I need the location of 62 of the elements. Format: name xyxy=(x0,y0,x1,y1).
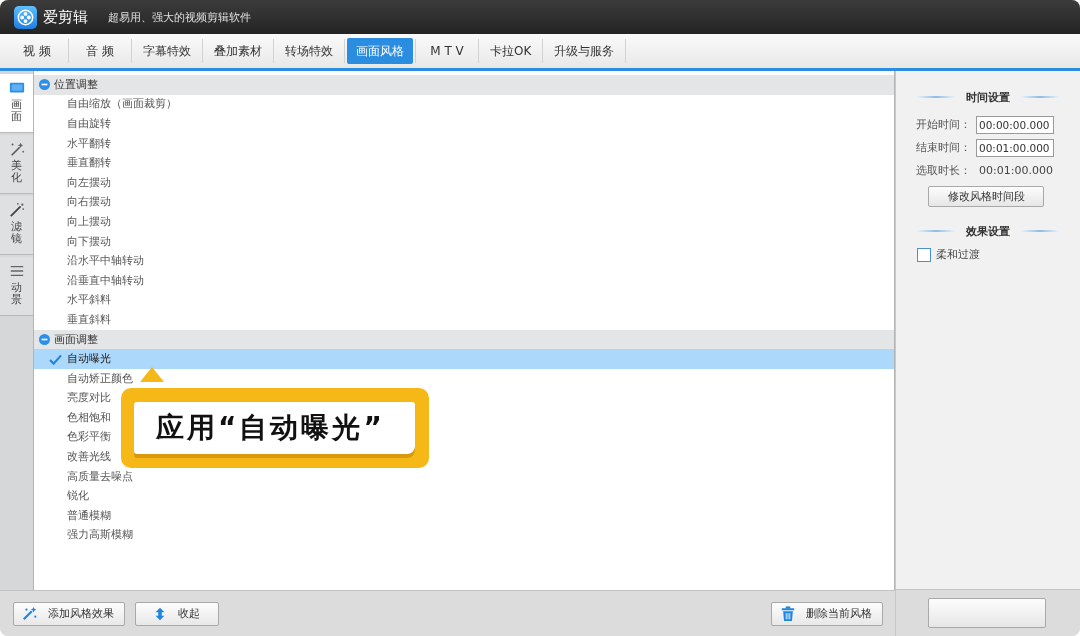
list-item[interactable]: 沿垂直中轴转动 xyxy=(67,273,144,288)
duration-value: 00:01:00.000 xyxy=(978,164,1053,177)
checkbox[interactable] xyxy=(917,247,931,262)
tab[interactable]: 音 频 xyxy=(71,38,129,64)
lines-icon xyxy=(8,263,25,279)
list-item[interactable]: 自由旋转 xyxy=(67,117,111,131)
list-item[interactable]: 向左摆动 xyxy=(67,175,111,190)
list-item[interactable]: 沿水平中轴转动 xyxy=(67,254,144,269)
tab[interactable]: 画面风格 xyxy=(347,38,413,64)
app-title: 爱剪辑 xyxy=(43,7,88,27)
section-title: 时间设置 xyxy=(966,89,1010,105)
tab[interactable]: 叠加素材 xyxy=(205,38,271,64)
checkbox-label: 柔和过渡 xyxy=(936,247,980,262)
field-label: 开始时间： xyxy=(916,117,972,132)
list-item[interactable]: 色相饱和 xyxy=(67,410,111,425)
list-item[interactable]: 强力高斯模糊 xyxy=(67,528,133,543)
time-input[interactable]: 00:01:00.000 xyxy=(976,138,1054,157)
logo-icon xyxy=(14,5,37,29)
field-label: 结束时间： xyxy=(916,140,972,155)
list-item[interactable]: 向右摆动 xyxy=(67,195,111,210)
callout-pointer-icon xyxy=(140,367,164,382)
list-item[interactable]: 垂直翻转 xyxy=(67,156,111,171)
edit-time-button[interactable]: 修改风格时间段 xyxy=(928,186,1044,207)
tab[interactable]: M T V xyxy=(418,38,476,64)
app-subtitle: 超易用、强大的视频剪辑软件 xyxy=(108,9,251,25)
list-item[interactable]: 水平斜料 xyxy=(67,293,111,308)
list-item[interactable]: 自动矫正颜色 xyxy=(67,371,133,386)
wand-icon xyxy=(8,202,25,218)
tab[interactable]: 视 频 xyxy=(8,38,66,64)
list-item[interactable]: 亮度对比 xyxy=(67,391,111,406)
tab[interactable]: 字幕特效 xyxy=(134,38,200,64)
list-item[interactable]: 锐化 xyxy=(67,489,89,504)
list-item[interactable]: 高质量去噪点 xyxy=(67,469,133,484)
side-tab[interactable]: 美化 xyxy=(0,135,33,194)
toolbar-button[interactable]: 删除当前风格 xyxy=(771,601,883,626)
side-tab[interactable]: 画面 xyxy=(0,74,33,133)
toolbar-button[interactable]: 添加风格效果 xyxy=(13,601,125,626)
group-header[interactable]: 画面调整 xyxy=(34,329,894,350)
list-item[interactable]: 垂直斜料 xyxy=(67,312,111,327)
side-tab[interactable]: 动景 xyxy=(0,257,33,316)
panel-button[interactable] xyxy=(928,598,1046,628)
tab[interactable]: 卡拉OK xyxy=(481,38,541,64)
list-item[interactable]: 色彩平衡 xyxy=(67,430,111,445)
list-item[interactable]: 向下摆动 xyxy=(67,234,111,249)
section-title: 效果设置 xyxy=(966,223,1010,239)
list-item[interactable]: 水平翻转 xyxy=(67,136,111,151)
field-label: 选取时长： xyxy=(916,163,972,178)
side-tab[interactable]: 滤镜 xyxy=(0,196,33,255)
list-item[interactable]: 普通模糊 xyxy=(67,508,111,523)
list-item[interactable]: 向上摆动 xyxy=(67,214,111,229)
tab[interactable]: 升级与服务 xyxy=(545,38,624,64)
list-item[interactable]: 自由缩放（画面裁剪） xyxy=(67,97,177,112)
list-item[interactable]: 自动曝光 xyxy=(67,352,111,367)
check-icon xyxy=(49,353,62,365)
toolbar-button[interactable]: 收起 xyxy=(135,601,219,626)
time-input[interactable]: 00:00:00.000 xyxy=(976,115,1054,134)
group-header[interactable]: 位置调整 xyxy=(34,75,894,95)
magic-wand-icon xyxy=(22,605,38,622)
magic-wand-icon xyxy=(8,141,25,157)
tab[interactable]: 转场特效 xyxy=(276,38,342,64)
trash-icon xyxy=(780,605,796,622)
list-item[interactable]: 改善光线 xyxy=(67,450,111,465)
